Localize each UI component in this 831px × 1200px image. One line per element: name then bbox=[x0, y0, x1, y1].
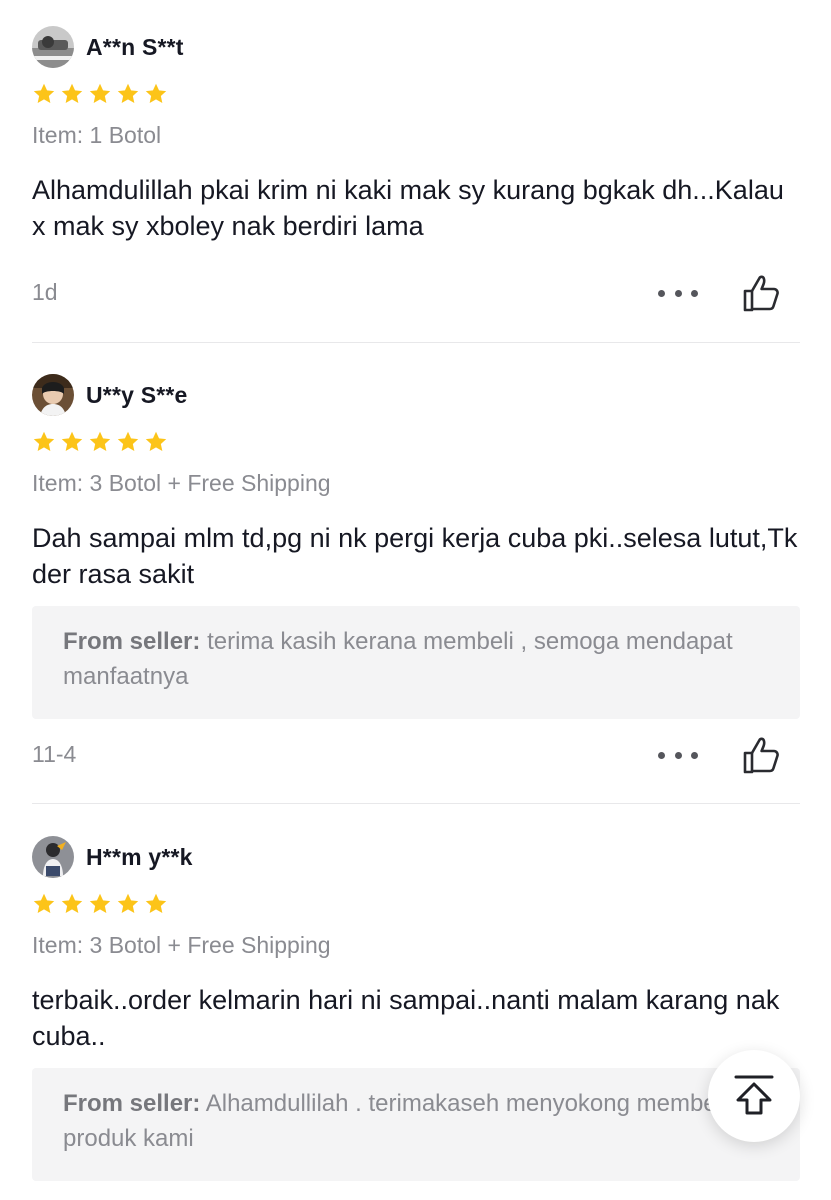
star-icon bbox=[33, 893, 55, 914]
review-card: A**n S**t Item: 1 Botol Alhamdulillah pk… bbox=[32, 25, 800, 315]
review-footer: 1d bbox=[32, 271, 800, 315]
star-rating bbox=[32, 82, 168, 104]
more-dot bbox=[691, 289, 698, 297]
star-icon bbox=[61, 893, 83, 914]
star-icon bbox=[89, 431, 111, 452]
divider bbox=[32, 803, 800, 804]
star-icon bbox=[33, 431, 55, 452]
star-icon bbox=[89, 893, 111, 914]
review-text: terbaik..order kelmarin hari ni sampai..… bbox=[32, 985, 780, 1051]
star-icon bbox=[117, 83, 139, 104]
more-dot bbox=[674, 289, 682, 297]
item-variant: Item: 1 Botol bbox=[32, 122, 162, 148]
review-text: Dah sampai mlm td,pg ni nk pergi kerja c… bbox=[32, 523, 798, 589]
reviewer-header: U**y S**e bbox=[32, 373, 188, 417]
avatar[interactable] bbox=[32, 374, 74, 416]
more-options-button[interactable] bbox=[658, 743, 698, 767]
star-icon bbox=[145, 83, 167, 104]
arrow-up-to-top-icon bbox=[734, 1075, 774, 1115]
reviewer-name[interactable]: A**n S**t bbox=[86, 34, 184, 61]
star-icon bbox=[89, 83, 111, 104]
review-date: 11-4 bbox=[32, 741, 77, 767]
item-variant: Item: 3 Botol + Free Shipping bbox=[32, 932, 331, 958]
reviewer-header: A**n S**t bbox=[32, 25, 184, 69]
item-variant: Item: 3 Botol + Free Shipping bbox=[32, 470, 331, 496]
star-icon bbox=[61, 83, 83, 104]
star-icon bbox=[117, 431, 139, 452]
more-horizontal-icon bbox=[658, 289, 665, 297]
review-text: Alhamdulillah pkai krim ni kaki mak sy k… bbox=[32, 175, 784, 241]
star-icon bbox=[33, 83, 55, 104]
divider bbox=[32, 342, 800, 343]
star-icon bbox=[145, 893, 167, 914]
star-rating bbox=[32, 430, 168, 452]
thumbs-up-icon[interactable] bbox=[740, 733, 784, 777]
avatar[interactable] bbox=[32, 836, 74, 878]
reviewer-name[interactable]: U**y S**e bbox=[86, 382, 188, 409]
review-date: 1d bbox=[32, 279, 58, 305]
scroll-to-top-button[interactable] bbox=[708, 1050, 800, 1142]
avatar[interactable] bbox=[32, 26, 74, 68]
thumbs-up-icon[interactable] bbox=[740, 271, 784, 315]
more-horizontal-icon bbox=[658, 751, 665, 759]
more-dot bbox=[674, 751, 682, 759]
reviewer-header: H**m y**k bbox=[32, 835, 193, 879]
more-options-button[interactable] bbox=[658, 281, 698, 305]
more-dot bbox=[691, 751, 698, 759]
review-card: H**m y**k Item: 3 Botol + Free Shipping … bbox=[32, 835, 800, 1200]
star-rating bbox=[32, 892, 168, 914]
review-card: U**y S**e Item: 3 Botol + Free Shipping … bbox=[32, 373, 800, 783]
seller-reply-label: From seller: bbox=[63, 1090, 201, 1117]
star-icon bbox=[145, 431, 167, 452]
review-footer: 11-4 bbox=[32, 733, 800, 777]
seller-reply-box: From seller: terima kasih kerana membeli… bbox=[32, 606, 800, 719]
star-icon bbox=[117, 893, 139, 914]
seller-reply-label: From seller: bbox=[63, 628, 201, 655]
reviewer-name[interactable]: H**m y**k bbox=[86, 844, 193, 871]
star-icon bbox=[61, 431, 83, 452]
seller-reply-box: From seller: Alhamdullilah . terimakaseh… bbox=[32, 1068, 800, 1181]
